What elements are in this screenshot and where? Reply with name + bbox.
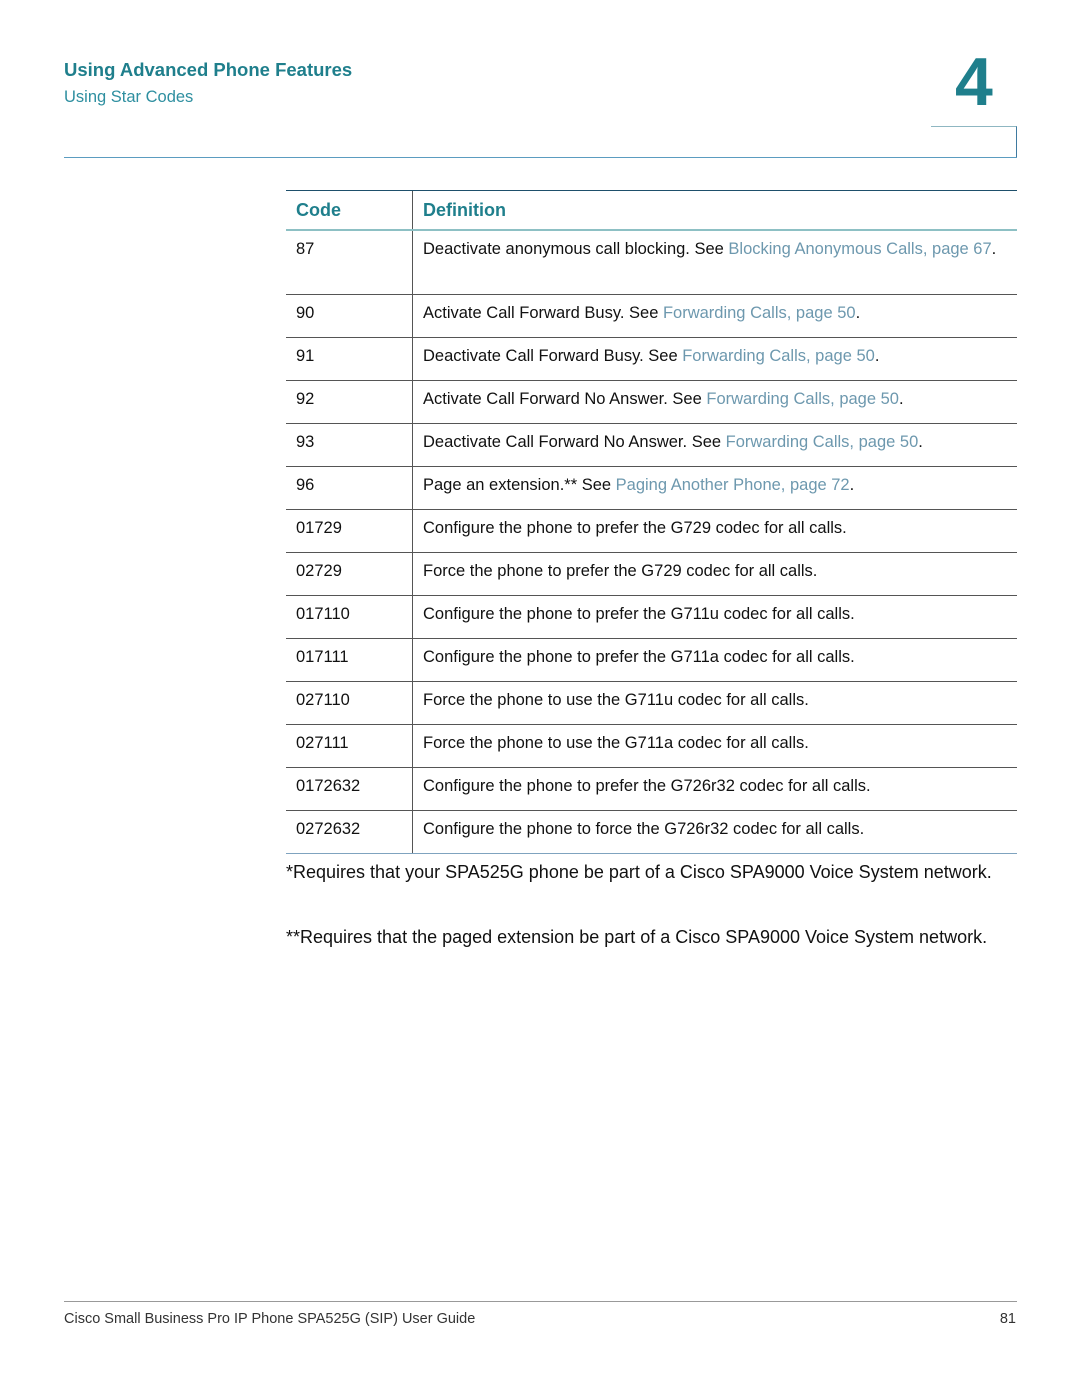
cross-reference-link[interactable]: Forwarding Calls, page 50 bbox=[663, 304, 856, 322]
table-row: 90 Activate Call Forward Busy. See Forwar… bbox=[286, 294, 1017, 338]
code-cell: 017110 bbox=[286, 595, 413, 639]
table-row: 0172632 Configure the phone to prefer the… bbox=[286, 767, 1017, 811]
table-row: 027111 Force the phone to use the G711a c… bbox=[286, 724, 1017, 768]
definition-text: Force the phone to prefer the G729 codec… bbox=[423, 562, 818, 580]
star-codes-table: Code Definition 87 Deactivate anonymous c… bbox=[286, 190, 1017, 854]
definition-text: Force the phone to use the G711a codec f… bbox=[423, 734, 809, 752]
definition-cell: Configure the phone to prefer the G711a … bbox=[412, 638, 1017, 682]
table-row: 017110 Configure the phone to prefer the … bbox=[286, 595, 1017, 639]
definition-text: Activate Call Forward No Answer. See bbox=[423, 390, 707, 408]
code-cell: 91 bbox=[286, 337, 413, 381]
code-cell: 017111 bbox=[286, 638, 413, 682]
code-cell: 02729 bbox=[286, 552, 413, 596]
cross-reference-link[interactable]: Paging Another Phone, page 72 bbox=[616, 476, 850, 494]
definition-cell: Configure the phone to prefer the G729 c… bbox=[412, 509, 1017, 553]
definition-cell: Configure the phone to prefer the G711u … bbox=[412, 595, 1017, 639]
code-cell: 87 bbox=[286, 230, 413, 295]
definition-cell: Deactivate Call Forward Busy. See Forwar… bbox=[412, 337, 1017, 381]
definition-text: Deactivate Call Forward No Answer. See bbox=[423, 433, 726, 451]
definition-text: Configure the phone to prefer the G726r3… bbox=[423, 777, 871, 795]
definition-cell: Deactivate Call Forward No Answer. See F… bbox=[412, 423, 1017, 467]
section-title: Using Star Codes bbox=[64, 88, 194, 106]
definition-cell: Deactivate anonymous call blocking. See … bbox=[412, 230, 1017, 295]
definition-text: Configure the phone to prefer the G711a … bbox=[423, 648, 855, 666]
cross-reference-link[interactable]: Forwarding Calls, page 50 bbox=[682, 347, 875, 365]
chapter-tab-box bbox=[931, 126, 1017, 158]
header-divider bbox=[64, 157, 1017, 158]
definition-cell: Configure the phone to force the G726r32… bbox=[412, 810, 1017, 854]
footnote-double-asterisk: **Requires that the paged extension be p… bbox=[286, 927, 988, 947]
chapter-title: Using Advanced Phone Features bbox=[64, 59, 353, 80]
definition-text: Page an extension.** See bbox=[423, 476, 616, 494]
definition-text: Deactivate anonymous call blocking. See bbox=[423, 240, 729, 258]
table-header-row: Code Definition bbox=[286, 190, 1017, 231]
code-cell: 027110 bbox=[286, 681, 413, 725]
definition-cell: Force the phone to use the G711u codec f… bbox=[412, 681, 1017, 725]
code-cell: 92 bbox=[286, 380, 413, 424]
table-row: 92 Activate Call Forward No Answer. See F… bbox=[286, 380, 1017, 424]
code-cell: 96 bbox=[286, 466, 413, 510]
column-header-definition: Definition bbox=[412, 190, 1017, 231]
table-row: 96 Page an extension.** See Paging Anothe… bbox=[286, 466, 1017, 510]
code-cell: 93 bbox=[286, 423, 413, 467]
footer-document-title: Cisco Small Business Pro IP Phone SPA525… bbox=[64, 1311, 476, 1327]
cross-reference-link[interactable]: Blocking Anonymous Calls, page 67 bbox=[728, 240, 991, 258]
footer-divider bbox=[64, 1301, 1017, 1302]
definition-suffix: . bbox=[918, 433, 923, 451]
code-cell: 0272632 bbox=[286, 810, 413, 854]
definition-suffix: . bbox=[874, 347, 880, 365]
table-row: 0272632 Configure the phone to force the … bbox=[286, 810, 1017, 854]
table-row: 93 Deactivate Call Forward No Answer. See… bbox=[286, 423, 1017, 467]
definition-suffix: . bbox=[855, 304, 861, 322]
definition-text: Activate Call Forward Busy. See bbox=[423, 304, 663, 322]
definition-cell: Configure the phone to prefer the G726r3… bbox=[412, 767, 1017, 811]
cross-reference-link[interactable]: Forwarding Calls, page 50 bbox=[706, 390, 899, 408]
chapter-number: 4 bbox=[955, 44, 993, 120]
definition-cell: Page an extension.** See Paging Another … bbox=[412, 466, 1017, 510]
definition-suffix: . bbox=[849, 476, 855, 494]
definition-cell: Force the phone to use the G711a codec f… bbox=[412, 724, 1017, 768]
code-cell: 90 bbox=[286, 294, 413, 338]
definition-suffix: . bbox=[898, 390, 904, 408]
code-cell: 027111 bbox=[286, 724, 413, 768]
table-row: 91 Deactivate Call Forward Busy. See Forw… bbox=[286, 337, 1017, 381]
definition-text: Configure the phone to prefer the G729 c… bbox=[423, 519, 847, 537]
cross-reference-link[interactable]: Forwarding Calls, page 50 bbox=[726, 433, 919, 451]
table-row: 01729 Configure the phone to prefer the G… bbox=[286, 509, 1017, 553]
code-cell: 01729 bbox=[286, 509, 413, 553]
definition-cell: Activate Call Forward No Answer. See For… bbox=[412, 380, 1017, 424]
definition-text: Configure the phone to prefer the G711u … bbox=[423, 605, 855, 623]
table-row: 02729 Force the phone to prefer the G729 … bbox=[286, 552, 1017, 596]
page-number: 81 bbox=[999, 1311, 1016, 1327]
definition-cell: Activate Call Forward Busy. See Forwardi… bbox=[412, 294, 1017, 338]
table-row: 017111 Configure the phone to prefer the … bbox=[286, 638, 1017, 682]
column-header-code: Code bbox=[286, 190, 413, 231]
definition-text: Force the phone to use the G711u codec f… bbox=[423, 691, 809, 709]
code-cell: 0172632 bbox=[286, 767, 413, 811]
definition-cell: Force the phone to prefer the G729 codec… bbox=[412, 552, 1017, 596]
definition-text: Deactivate Call Forward Busy. See bbox=[423, 347, 683, 365]
table-row: 027110 Force the phone to use the G711u c… bbox=[286, 681, 1017, 725]
definition-suffix: . bbox=[991, 240, 997, 258]
footnote-single-asterisk: *Requires that your SPA525G phone be par… bbox=[286, 862, 992, 882]
definition-text: Configure the phone to force the G726r32… bbox=[423, 820, 865, 838]
table-row: 87 Deactivate anonymous call blocking. Se… bbox=[286, 230, 1017, 295]
